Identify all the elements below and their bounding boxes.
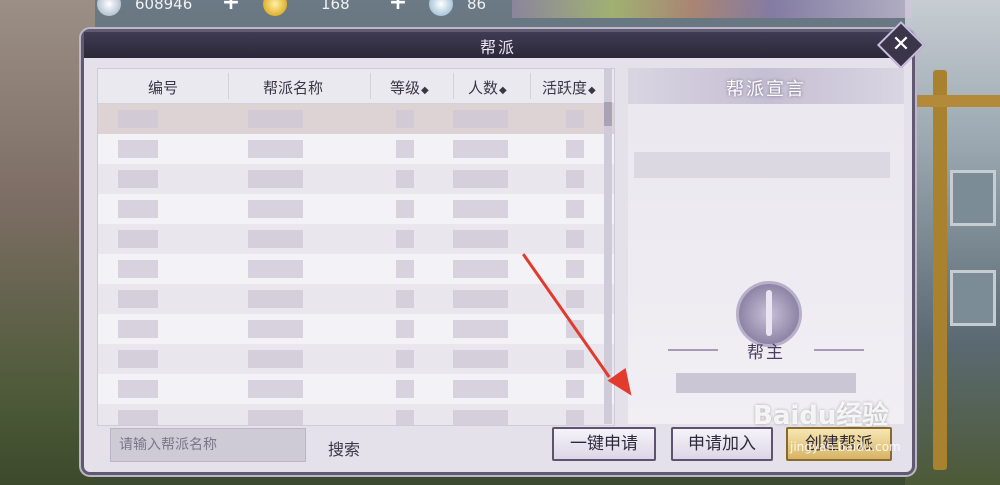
guild-list: 编号 帮派名称 等级◆ 人数◆ 活跃度◆: [97, 68, 615, 426]
apply-join-button[interactable]: 申请加入: [671, 427, 773, 461]
watermark-url: jingyan.baidu.com: [790, 440, 901, 454]
column-separator: [453, 73, 454, 99]
table-row[interactable]: [98, 254, 614, 284]
leader-name-blurred: [676, 373, 856, 393]
table-header: 编号 帮派名称 等级◆ 人数◆ 活跃度◆: [98, 69, 614, 104]
silver-amount: 608946: [135, 0, 193, 13]
divider: [814, 349, 864, 351]
jade-currency: 86: [429, 0, 486, 16]
panel-header: 帮派: [84, 32, 912, 58]
background-beam: [933, 70, 947, 470]
col-header-members[interactable]: 人数◆: [468, 77, 507, 98]
table-row[interactable]: [98, 164, 614, 194]
sort-icon: ◆: [588, 85, 596, 96]
currency-bar: 608946 + 168 + 86: [95, 0, 525, 16]
table-row[interactable]: [98, 344, 614, 374]
add-silver-button[interactable]: +: [220, 0, 242, 14]
declaration-title: 帮派宣言: [726, 79, 806, 100]
jade-amount: 86: [467, 0, 487, 13]
leader-label: 帮主: [747, 343, 785, 363]
blurred-topbar-region: [512, 0, 912, 18]
col-header-level[interactable]: 等级◆: [390, 77, 429, 98]
column-separator: [370, 73, 371, 99]
jade-icon: [429, 0, 453, 16]
col-header-id[interactable]: 编号: [148, 77, 178, 98]
panel-title: 帮派: [479, 38, 516, 57]
scrollbar-thumb[interactable]: [604, 102, 612, 126]
close-icon: ✕: [891, 32, 911, 57]
sort-icon: ◆: [421, 85, 429, 96]
background-window: [950, 270, 996, 326]
search-button[interactable]: 搜索: [328, 436, 360, 460]
one-click-apply-button[interactable]: 一键申请: [552, 427, 656, 461]
add-gold-button[interactable]: +: [387, 0, 409, 14]
table-body: [98, 104, 614, 425]
game-background-right: [905, 0, 1000, 485]
column-separator: [530, 73, 531, 99]
watermark-logo: Baidu经验: [753, 401, 889, 431]
table-row[interactable]: [98, 134, 614, 164]
game-background-left: [0, 0, 95, 485]
guild-search-input[interactable]: [110, 428, 306, 462]
declaration-header: 帮派宣言: [628, 68, 904, 104]
background-window: [950, 170, 996, 226]
divider: [668, 349, 718, 351]
table-row[interactable]: [98, 224, 614, 254]
guild-declaration-panel: 帮派宣言 帮主: [628, 68, 904, 424]
column-separator: [228, 73, 229, 99]
table-row[interactable]: [98, 314, 614, 344]
table-row[interactable]: [98, 284, 614, 314]
table-row[interactable]: [98, 404, 614, 425]
gold-amount: 168: [321, 0, 350, 13]
sword-icon: [766, 290, 772, 336]
col-header-name[interactable]: 帮派名称: [263, 77, 323, 98]
gold-coin-icon: [263, 0, 287, 16]
table-row[interactable]: [98, 104, 614, 134]
table-row[interactable]: [98, 194, 614, 224]
silver-currency: 608946: [97, 0, 192, 16]
col-header-activity[interactable]: 活跃度◆: [542, 77, 596, 98]
declaration-text-blurred: [634, 152, 890, 178]
silver-coin-icon: [97, 0, 121, 16]
gold-currency: 168: [263, 0, 350, 16]
background-beam-horizontal: [905, 95, 1000, 107]
table-row[interactable]: [98, 374, 614, 404]
sort-icon: ◆: [499, 85, 507, 96]
